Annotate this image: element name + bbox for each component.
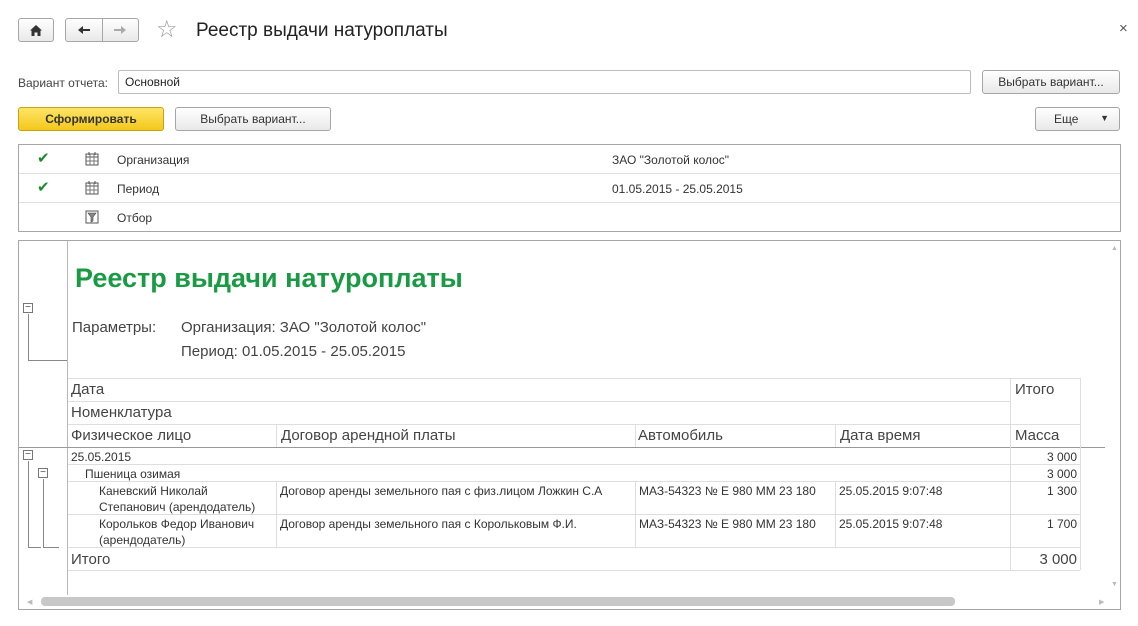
setting-row-organization[interactable]: ✔ Организация ЗАО "Золотой колос": [19, 145, 1120, 174]
header-contract: Договор арендной платы: [281, 427, 456, 444]
row-person: Каневский Николай: [99, 484, 208, 498]
header-nomenclature: Номенклатура: [71, 404, 172, 421]
more-label: Еще: [1054, 112, 1079, 126]
favorite-star-icon[interactable]: ☆: [156, 16, 178, 44]
more-button[interactable]: Еще ▼: [1035, 107, 1120, 131]
grid-line: [835, 481, 836, 547]
row-person: Корольков Федор Иванович: [99, 517, 255, 531]
scroll-down-icon[interactable]: ▼: [1111, 581, 1118, 588]
grid-line: [1010, 378, 1011, 570]
dropdown-arrow-icon: ▼: [1100, 113, 1109, 123]
arrow-left-icon: [77, 26, 90, 34]
report-settings: ✔ Организация ЗАО "Золотой колос" ✔ Пери…: [18, 144, 1121, 232]
horizontal-scrollbar[interactable]: [37, 597, 1097, 606]
grid-line: [19, 447, 1105, 448]
grid-line: [276, 424, 277, 447]
setting-name: Отбор: [117, 211, 153, 225]
group-date-label: 25.05.2015: [71, 450, 132, 464]
report-title: Реестр выдачи натуроплаты: [75, 263, 463, 293]
setting-name: Период: [117, 182, 160, 196]
setting-row-filter[interactable]: Отбор: [19, 203, 1120, 232]
group-item-label: Пшеница озимая: [85, 467, 181, 481]
choose-variant-button[interactable]: Выбрать вариант...: [982, 70, 1120, 94]
group-date-value: 3 000: [1046, 450, 1077, 464]
generate-button[interactable]: Сформировать: [18, 107, 164, 131]
checkbox-checked-icon[interactable]: ✔: [37, 180, 51, 195]
row-person: Степанович (арендодатель): [99, 500, 256, 514]
grid-line: [68, 424, 1080, 425]
close-icon[interactable]: ×: [1119, 20, 1128, 37]
scroll-up-icon[interactable]: ▲: [1111, 245, 1118, 252]
calendar-table-icon: [85, 181, 99, 195]
grid-line: [68, 464, 1080, 465]
group-bracket: [28, 314, 29, 360]
back-button[interactable]: [66, 19, 102, 41]
filter-icon: [85, 210, 99, 224]
grid-line: [1080, 378, 1081, 570]
row-car: МАЗ-54323 № Е 980 ММ 23 180: [639, 517, 816, 531]
grid-line: [68, 570, 1080, 571]
total-value: 3 000: [1039, 551, 1077, 568]
group-bracket: [28, 461, 29, 547]
variant-input[interactable]: Основной: [118, 70, 971, 94]
params-label: Параметры:: [72, 319, 157, 336]
header-datetime: Дата время: [840, 427, 921, 444]
scroll-right-icon[interactable]: ▶: [1099, 598, 1104, 606]
header-car: Автомобиль: [638, 427, 723, 444]
home-icon: [30, 24, 42, 36]
grid-line: [635, 424, 636, 447]
row-mass: 1 700: [1046, 517, 1077, 531]
total-label: Итого: [71, 551, 111, 568]
page-title: Реестр выдачи натуроплаты: [196, 20, 448, 41]
setting-value[interactable]: ЗАО "Золотой колос": [612, 153, 729, 167]
variant-label: Вариант отчета:: [18, 76, 108, 90]
grid-line: [68, 547, 1080, 548]
group-bracket: [43, 479, 44, 547]
setting-name: Организация: [117, 153, 190, 167]
navigation-buttons: [65, 18, 139, 42]
grid-line: [68, 401, 1010, 402]
forward-button[interactable]: [103, 19, 139, 41]
collapse-date-group-icon[interactable]: −: [23, 450, 33, 460]
setting-value[interactable]: 01.05.2015 - 25.05.2015: [612, 182, 743, 196]
home-button[interactable]: [18, 18, 54, 42]
grid-line: [635, 481, 636, 547]
row-datetime: 25.05.2015 9:07:48: [839, 517, 943, 531]
param-period: Период: 01.05.2015 - 25.05.2015: [181, 343, 406, 360]
grid-line: [276, 481, 277, 547]
row-contract: Договор аренды земельного пая с Королько…: [280, 517, 577, 531]
row-datetime: 25.05.2015 9:07:48: [839, 484, 943, 498]
collapse-item-group-icon[interactable]: −: [38, 468, 48, 478]
group-item-value: 3 000: [1046, 467, 1077, 481]
arrow-right-icon: [114, 26, 127, 34]
header-date: Дата: [71, 381, 105, 398]
grid-line: [68, 481, 1080, 482]
header-mass: Масса: [1015, 427, 1060, 444]
group-bracket: [43, 547, 59, 548]
row-person: (арендодатель): [99, 533, 186, 547]
scrollbar-thumb[interactable]: [41, 597, 955, 606]
row-car: МАЗ-54323 № Е 980 ММ 23 180: [639, 484, 816, 498]
calendar-table-icon: [85, 152, 99, 166]
setting-row-period[interactable]: ✔ Период 01.05.2015 - 25.05.2015: [19, 174, 1120, 203]
row-contract: Договор аренды земельного пая с физ.лицо…: [280, 484, 603, 498]
collapse-header-icon[interactable]: −: [23, 303, 33, 313]
header-person: Физическое лицо: [71, 427, 192, 444]
group-bracket: [28, 360, 67, 361]
choose-variant-button-2[interactable]: Выбрать вариант...: [175, 107, 331, 131]
scroll-left-icon[interactable]: ◀: [27, 598, 32, 606]
group-bracket: [28, 547, 41, 548]
header-total: Итого: [1015, 381, 1055, 398]
row-mass: 1 300: [1046, 484, 1077, 498]
report-spreadsheet[interactable]: − Реестр выдачи натуроплаты Параметры: О…: [18, 240, 1121, 610]
grouping-area-divider: [67, 241, 68, 595]
grid-line: [68, 378, 1080, 379]
grid-line: [835, 424, 836, 447]
param-organization: Организация: ЗАО "Золотой колос": [181, 319, 427, 336]
checkbox-checked-icon[interactable]: ✔: [37, 151, 51, 166]
